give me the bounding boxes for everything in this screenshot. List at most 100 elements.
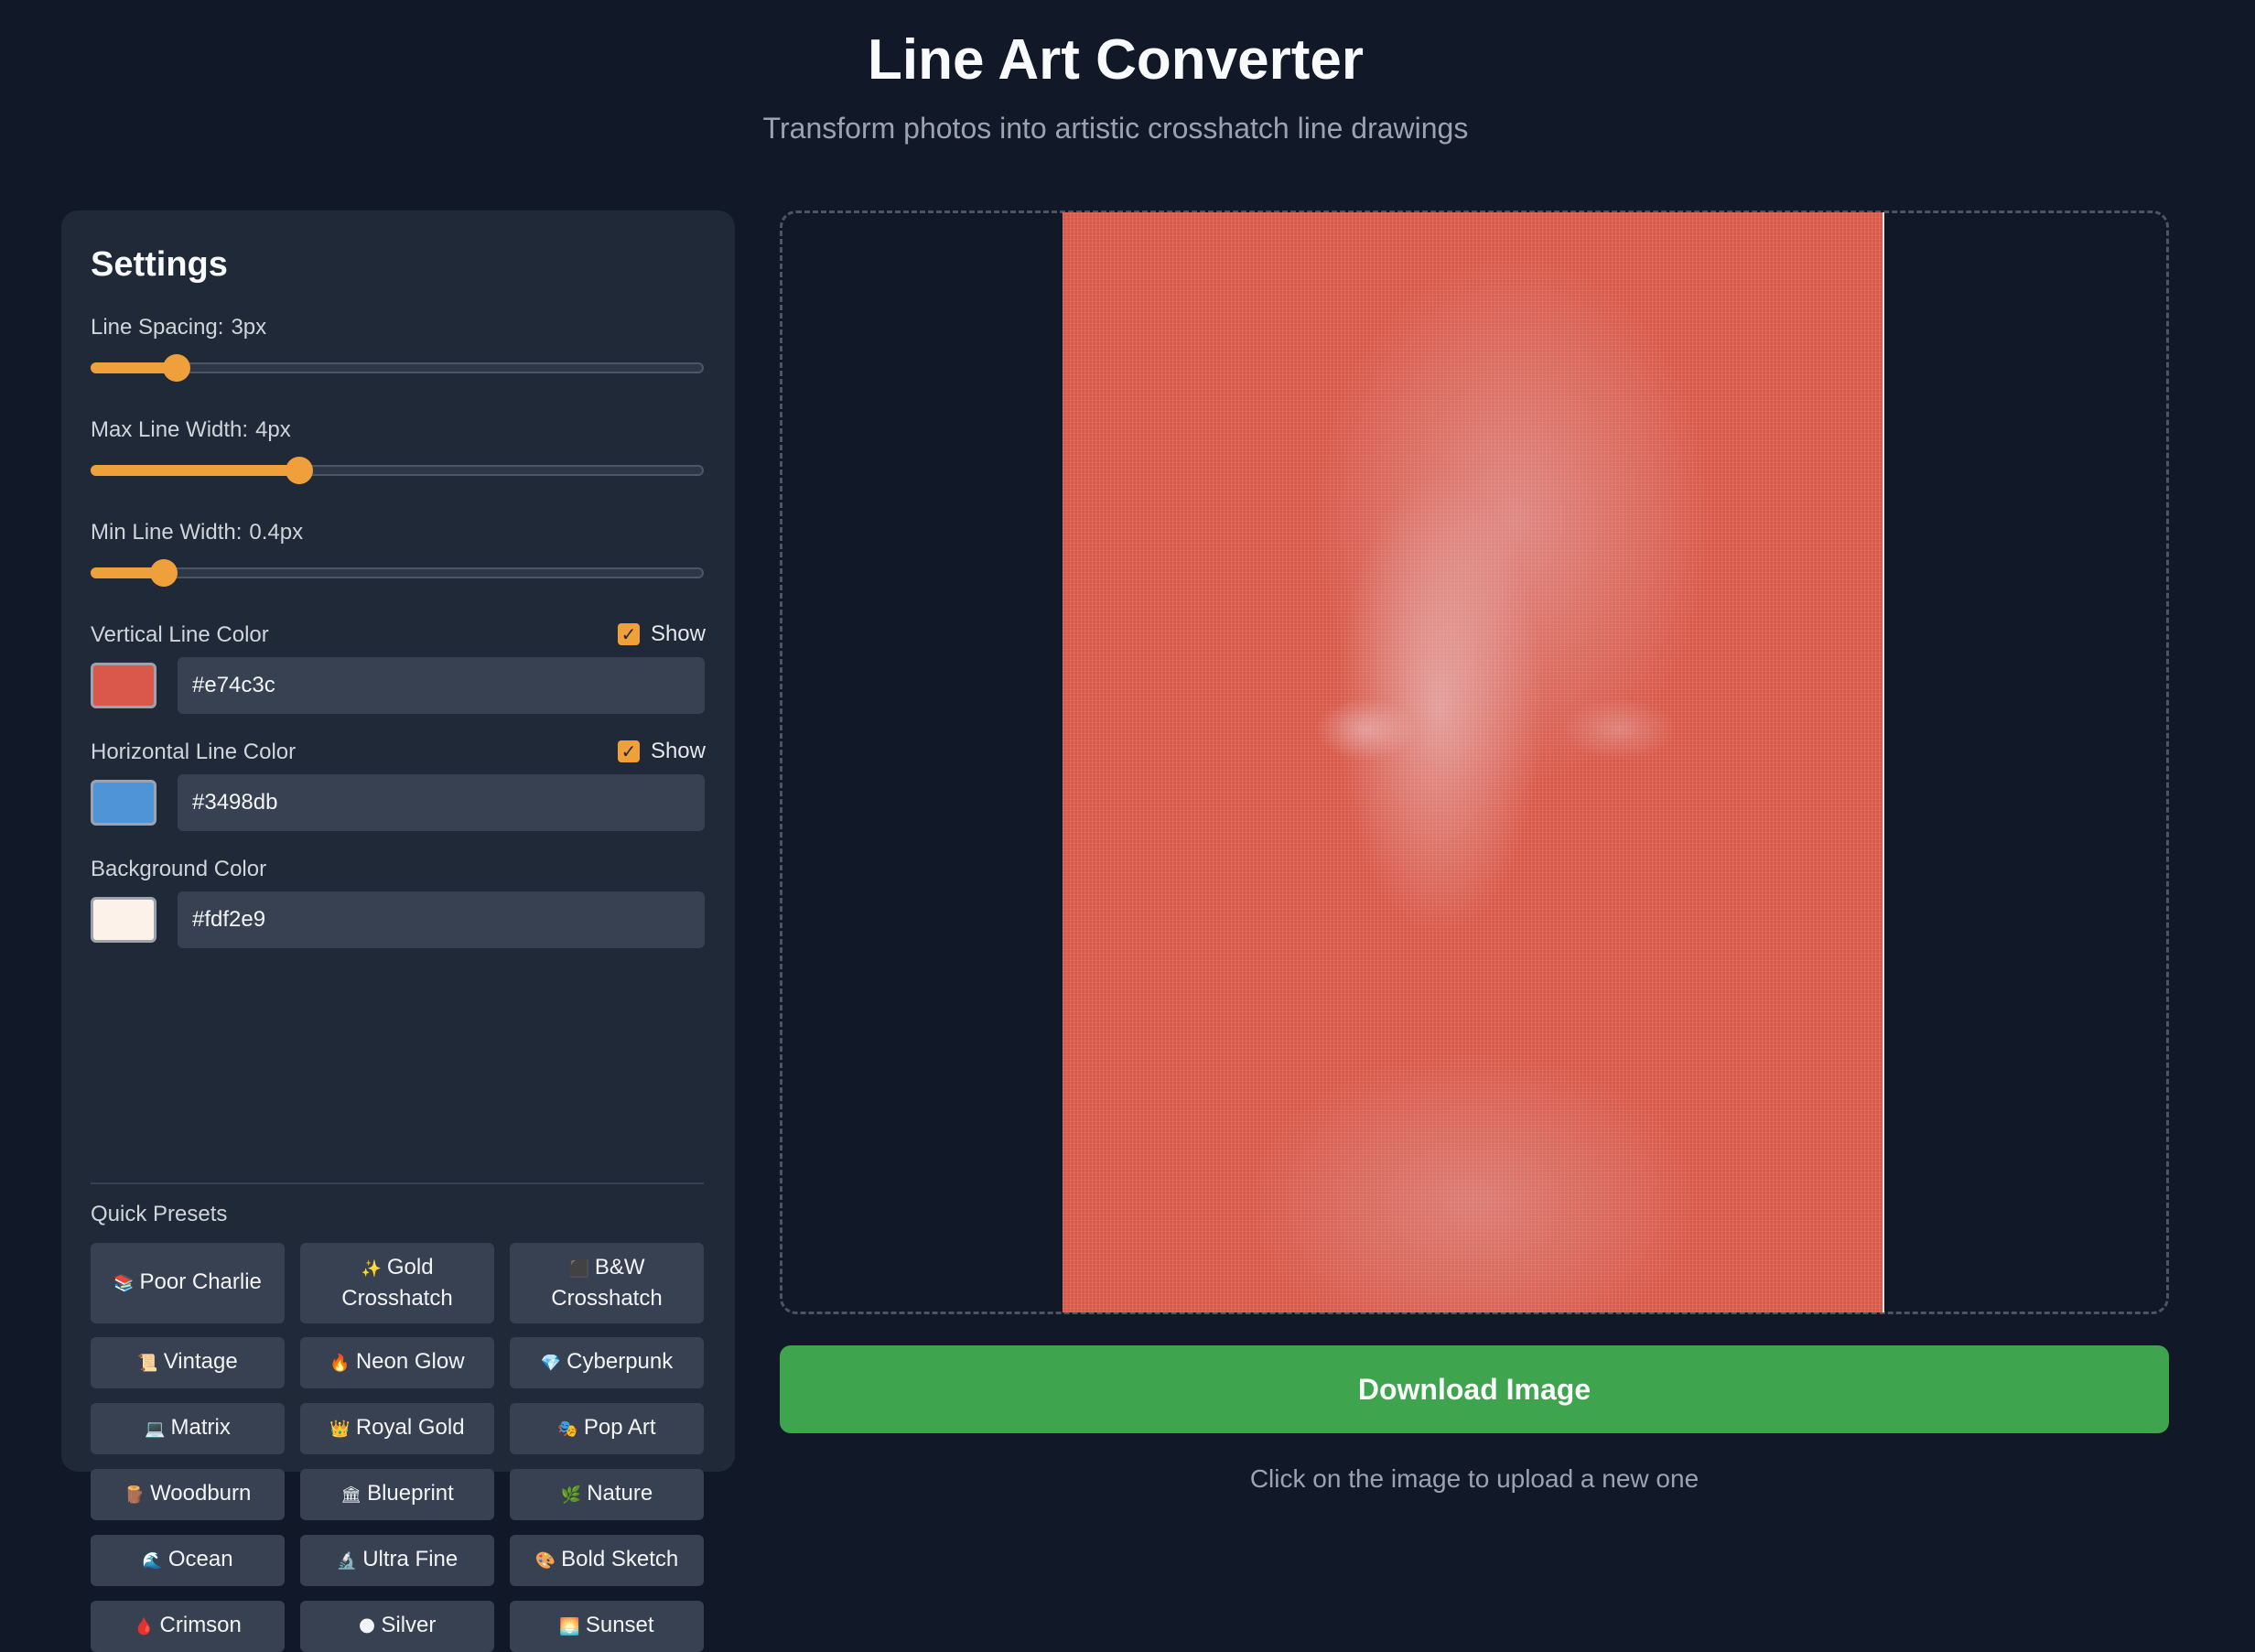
- microscope-icon: 🔬: [336, 1551, 358, 1571]
- preset-label: Gold Crosshatch: [341, 1255, 453, 1311]
- wood-icon: 🪵: [124, 1485, 146, 1505]
- preset-content: 🎨 Bold Sketch: [535, 1545, 679, 1576]
- scroll-icon: 📜: [137, 1354, 158, 1373]
- preset-button[interactable]: 📚 Poor Charlie: [91, 1243, 285, 1323]
- preset-content: 🌿 Nature: [561, 1479, 653, 1510]
- preset-button[interactable]: 🩸 Crimson: [91, 1601, 285, 1652]
- preset-content: 🎭 Pop Art: [557, 1413, 655, 1444]
- preset-content: 💎 Cyberpunk: [541, 1347, 673, 1378]
- background-color-label: Background Color: [91, 857, 267, 881]
- preset-button[interactable]: 🎨 Bold Sketch: [510, 1535, 704, 1586]
- sparkles-icon: ✨: [361, 1259, 382, 1279]
- preset-label: Sunset: [585, 1613, 654, 1637]
- preset-content: 👑 Royal Gold: [329, 1413, 464, 1444]
- slider-thumb[interactable]: [162, 354, 190, 382]
- drop-of-blood-icon: 🩸: [134, 1617, 155, 1636]
- min-line-width-label-text: Min Line Width:: [91, 520, 243, 545]
- vertical-show-toggle[interactable]: ✓ Show: [617, 621, 706, 647]
- preset-label: Poor Charlie: [139, 1269, 262, 1294]
- preset-content: 🏛 Blueprint: [340, 1479, 454, 1510]
- sunset-icon: 🌅: [559, 1617, 580, 1636]
- preset-button[interactable]: 👑 Royal Gold: [300, 1403, 494, 1454]
- horizontal-show-label: Show: [650, 739, 706, 763]
- preset-label: Ocean: [167, 1547, 233, 1571]
- preset-button[interactable]: 🎭 Pop Art: [510, 1403, 704, 1454]
- horizontal-show-toggle[interactable]: ✓ Show: [617, 739, 706, 764]
- line-spacing-slider[interactable]: [91, 354, 704, 382]
- preset-label: Bold Sketch: [561, 1547, 679, 1571]
- preset-button[interactable]: 🌅 Sunset: [510, 1601, 704, 1652]
- preset-label: Woodburn: [150, 1481, 252, 1506]
- checkbox-checked-icon[interactable]: ✓: [617, 740, 640, 762]
- preset-button[interactable]: 💻 Matrix: [91, 1403, 285, 1454]
- min-line-width-label: Min Line Width: 0.4px: [91, 520, 303, 545]
- preset-content: 💻 Matrix: [145, 1413, 231, 1444]
- min-line-width-slider[interactable]: [91, 559, 704, 587]
- preset-content: 🌊 Ocean: [142, 1545, 232, 1576]
- preset-button[interactable]: 💎 Cyberpunk: [510, 1337, 704, 1388]
- crown-icon: 👑: [329, 1420, 351, 1439]
- background-color-input[interactable]: #fdf2e9: [178, 891, 705, 948]
- moon-icon: 🌑: [358, 1617, 376, 1636]
- preset-label: Crimson: [159, 1613, 242, 1637]
- preset-button[interactable]: 🏛 Blueprint: [300, 1469, 494, 1520]
- slider-thumb[interactable]: [285, 457, 313, 484]
- performing-arts-icon: 🎭: [557, 1420, 578, 1439]
- divider: [91, 1182, 704, 1184]
- horizontal-color-input[interactable]: #3498db: [178, 774, 705, 831]
- preset-label: Matrix: [170, 1415, 231, 1440]
- preset-label: Silver: [381, 1613, 437, 1637]
- preset-label: Blueprint: [367, 1481, 454, 1506]
- min-line-width-value: 0.4px: [249, 520, 304, 545]
- slider-thumb[interactable]: [150, 559, 178, 587]
- laptop-icon: 💻: [145, 1420, 166, 1439]
- max-line-width-label-text: Max Line Width:: [91, 417, 249, 442]
- slider-track: [91, 567, 704, 578]
- books-icon: 📚: [113, 1274, 135, 1293]
- preset-button[interactable]: 🌑 Silver: [300, 1601, 494, 1652]
- preset-content: ✨ Gold Crosshatch: [308, 1253, 487, 1313]
- page-title: Line Art Converter: [867, 28, 1364, 92]
- checkbox-checked-icon[interactable]: ✓: [617, 623, 640, 645]
- fire-icon: 🔥: [329, 1354, 351, 1373]
- preset-button[interactable]: 🔥 Neon Glow: [300, 1337, 494, 1388]
- preset-button[interactable]: ⬛ B&W Crosshatch: [510, 1243, 704, 1323]
- preset-content: 🪵 Woodburn: [124, 1479, 252, 1510]
- max-line-width-label: Max Line Width: 4px: [91, 417, 291, 443]
- vertical-color-swatch[interactable]: [91, 663, 156, 708]
- preset-content: 🌅 Sunset: [559, 1611, 653, 1642]
- preset-label: Nature: [587, 1481, 653, 1506]
- line-spacing-label-text: Line Spacing:: [91, 315, 224, 340]
- background-color-swatch[interactable]: [91, 897, 156, 943]
- max-line-width-value: 4px: [255, 417, 291, 442]
- max-line-width-slider[interactable]: [91, 457, 704, 484]
- preset-button[interactable]: 🌿 Nature: [510, 1469, 704, 1520]
- preset-content: ⬛ B&W Crosshatch: [517, 1253, 696, 1313]
- preset-button[interactable]: 📜 Vintage: [91, 1337, 285, 1388]
- preset-button[interactable]: ✨ Gold Crosshatch: [300, 1243, 494, 1323]
- preset-label: Ultra Fine: [362, 1547, 459, 1571]
- preset-content: 🔥 Neon Glow: [329, 1347, 464, 1378]
- horizontal-color-swatch[interactable]: [91, 780, 156, 826]
- vertical-color-input[interactable]: #e74c3c: [178, 657, 705, 714]
- preset-content: 🩸 Crimson: [134, 1611, 242, 1642]
- preset-button[interactable]: 🪵 Woodburn: [91, 1469, 285, 1520]
- wave-icon: 🌊: [142, 1551, 163, 1571]
- page-subtitle: Transform photos into artistic crosshatc…: [762, 112, 1469, 145]
- upload-hint: Click on the image to upload a new one: [1249, 1464, 1699, 1493]
- preset-button[interactable]: 🔬 Ultra Fine: [300, 1535, 494, 1586]
- preset-label: Royal Gold: [355, 1415, 465, 1440]
- preset-label: Cyberpunk: [566, 1349, 674, 1374]
- settings-panel: Settings Line Spacing: 3px Max Line Width…: [61, 211, 735, 1652]
- gem-icon: 💎: [540, 1354, 562, 1373]
- preset-content: 📜 Vintage: [137, 1347, 237, 1378]
- line-art-preview[interactable]: [1063, 212, 1884, 1312]
- classical-building-icon: 🏛: [340, 1485, 362, 1505]
- preset-label: Pop Art: [583, 1415, 656, 1440]
- quick-presets-label: Quick Presets: [91, 1202, 228, 1226]
- preset-button[interactable]: 🌊 Ocean: [91, 1535, 285, 1586]
- preset-content: 🌑 Silver: [359, 1611, 437, 1642]
- settings-title: Settings: [91, 245, 228, 284]
- preset-label: Neon Glow: [355, 1349, 465, 1374]
- download-button[interactable]: Download Image: [780, 1345, 2169, 1433]
